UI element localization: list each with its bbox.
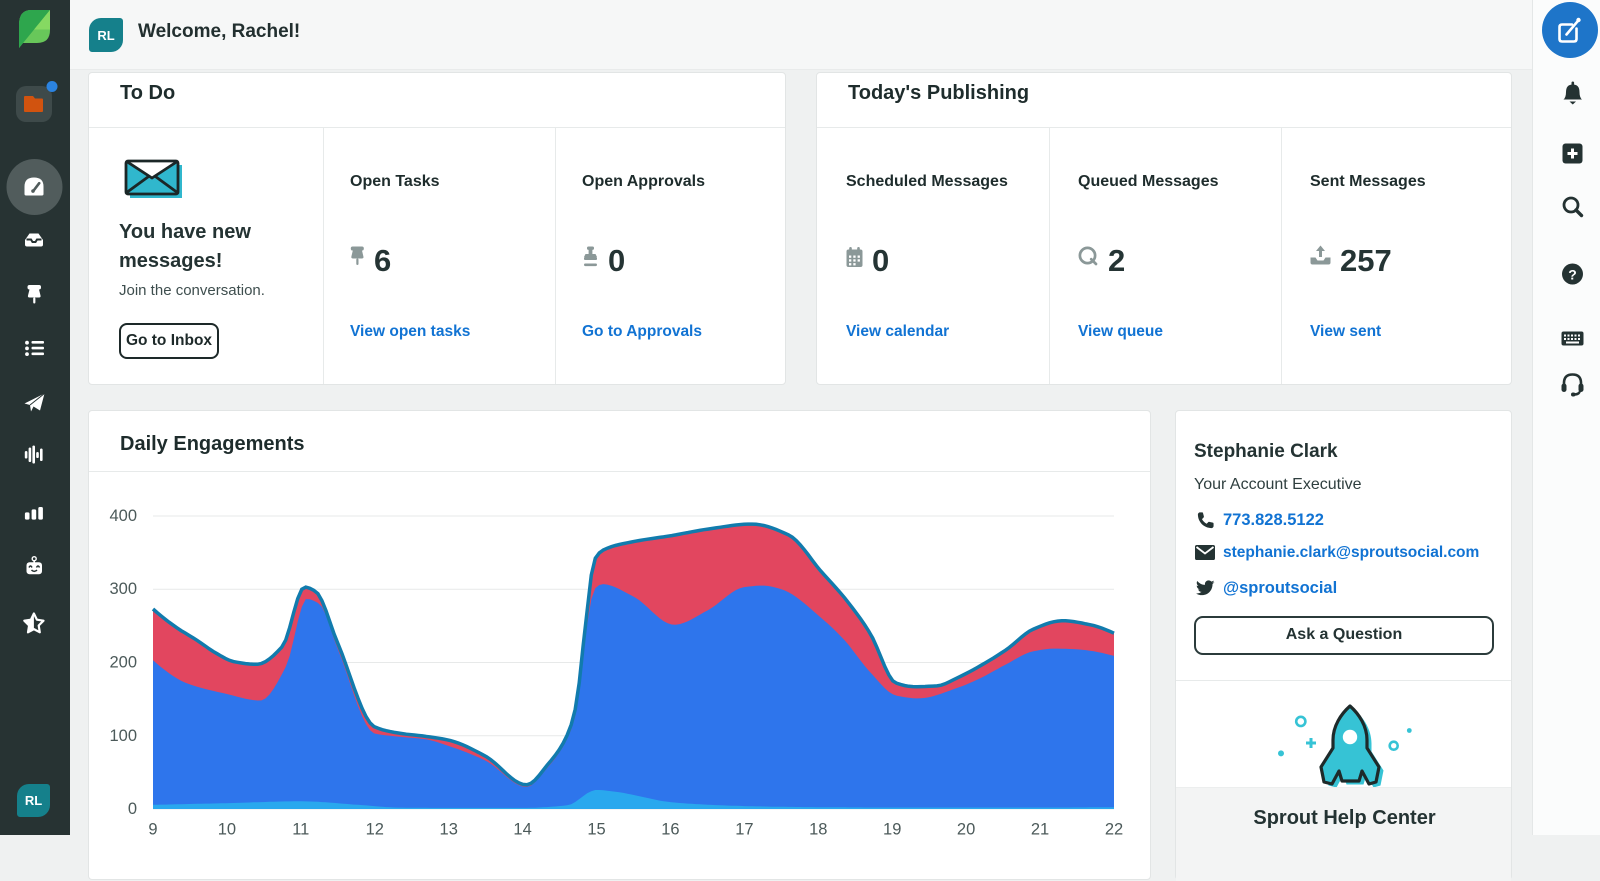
- svg-text:200: 200: [109, 654, 137, 672]
- svg-text:19: 19: [883, 821, 901, 839]
- svg-text:?: ?: [1568, 267, 1577, 283]
- svg-text:9: 9: [148, 821, 157, 839]
- svg-text:15: 15: [587, 821, 605, 839]
- svg-text:12: 12: [366, 821, 384, 839]
- svg-text:400: 400: [109, 507, 137, 525]
- svg-text:11: 11: [292, 821, 309, 839]
- svg-text:20: 20: [957, 821, 975, 839]
- svg-text:13: 13: [440, 821, 458, 839]
- svg-text:300: 300: [109, 580, 137, 598]
- svg-text:18: 18: [809, 821, 827, 839]
- svg-text:100: 100: [109, 727, 137, 745]
- svg-text:0: 0: [128, 800, 137, 818]
- svg-text:17: 17: [735, 821, 753, 839]
- svg-text:21: 21: [1031, 821, 1049, 839]
- svg-text:22: 22: [1105, 821, 1123, 839]
- svg-text:14: 14: [513, 821, 531, 839]
- svg-text:16: 16: [661, 821, 679, 839]
- svg-text:10: 10: [218, 821, 236, 839]
